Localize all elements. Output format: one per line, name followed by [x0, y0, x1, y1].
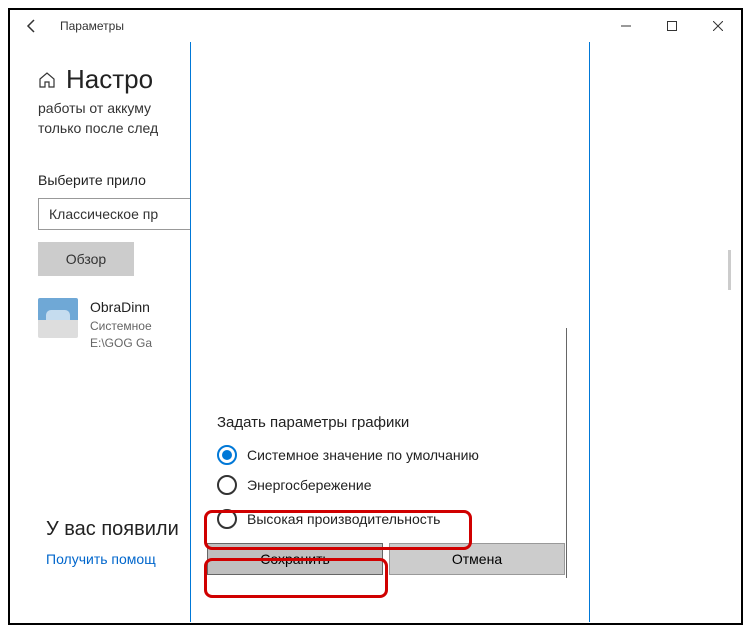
app-name: ObraDinn [90, 298, 152, 318]
maximize-button[interactable] [649, 10, 695, 42]
close-button[interactable] [695, 10, 741, 42]
save-button[interactable]: Сохранить [207, 543, 383, 575]
select-value: Классическое пр [49, 206, 158, 222]
divider [566, 328, 567, 578]
app-path-line: E:\GOG Ga [90, 335, 152, 352]
app-icon [38, 298, 78, 338]
page-title: Настро [66, 64, 153, 95]
window-title: Параметры [60, 19, 124, 33]
radio-option-powersave[interactable]: Энергосбережение [217, 475, 589, 495]
graphics-preference-dialog: Задать параметры графики Системное значе… [190, 42, 590, 622]
radio-option-high-performance[interactable]: Высокая производительность [217, 509, 589, 529]
scrollbar-thumb[interactable] [728, 250, 731, 290]
home-icon[interactable] [38, 71, 56, 89]
radio-icon [217, 475, 237, 495]
help-heading: У вас появили [46, 518, 179, 541]
titlebar: Параметры [10, 10, 741, 42]
dialog-title: Задать параметры графики [217, 414, 589, 431]
browse-button[interactable]: Обзор [38, 242, 134, 276]
radio-option-default[interactable]: Системное значение по умолчанию [217, 445, 589, 465]
app-setting-line: Системное [90, 318, 152, 335]
back-arrow-icon[interactable] [22, 16, 42, 36]
radio-icon [217, 445, 237, 465]
help-link[interactable]: Получить помощ [46, 551, 156, 567]
radio-icon [217, 509, 237, 529]
minimize-button[interactable] [603, 10, 649, 42]
cancel-button[interactable]: Отмена [389, 543, 565, 575]
